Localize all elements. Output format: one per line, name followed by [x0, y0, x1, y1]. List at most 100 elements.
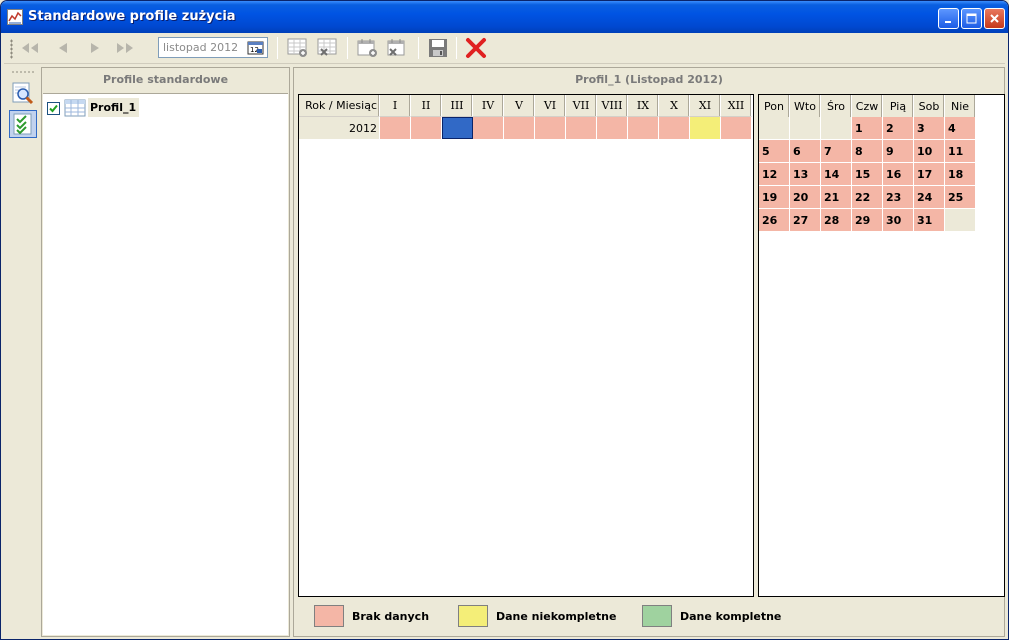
save-icon [429, 39, 447, 57]
checkmark-icon [49, 104, 58, 113]
day-cell[interactable]: 27 [790, 209, 821, 232]
legend-swatch [314, 605, 344, 627]
delete-day-profile-button[interactable] [386, 37, 410, 59]
day-cell[interactable]: 25 [945, 186, 976, 209]
day-cell[interactable]: 1 [852, 117, 883, 140]
profile-detail-panel: Profil_1 (Listopad 2012) Rok / Miesiąc I… [293, 67, 1005, 637]
day-cell[interactable]: 13 [790, 163, 821, 186]
day-cell[interactable]: 11 [945, 140, 976, 163]
checklist-button[interactable] [9, 110, 37, 138]
month-cell[interactable] [442, 117, 473, 139]
month-cell[interactable] [411, 117, 442, 139]
month-cell[interactable] [566, 117, 597, 139]
tree-item-label: Profil_1 [88, 98, 140, 117]
minimize-button[interactable] [938, 8, 959, 29]
day-cell[interactable]: 19 [759, 186, 790, 209]
month-cell[interactable] [690, 117, 721, 139]
day-cell[interactable]: 30 [883, 209, 914, 232]
day-cell[interactable]: 15 [852, 163, 883, 186]
day-cell[interactable]: 3 [914, 117, 945, 140]
close-button[interactable] [464, 37, 488, 59]
day-cell[interactable]: 7 [821, 140, 852, 163]
close-window-button[interactable] [984, 8, 1005, 29]
add-day-profile-button[interactable] [356, 37, 380, 59]
month-cell[interactable] [535, 117, 566, 139]
profile-checkbox[interactable] [47, 102, 60, 115]
day-cell[interactable] [945, 209, 976, 232]
day-cell[interactable]: 20 [790, 186, 821, 209]
weekday-header: Wto [790, 95, 821, 117]
day-cell[interactable]: 18 [945, 163, 976, 186]
first-month-button[interactable] [18, 37, 42, 59]
day-cell[interactable]: 12 [759, 163, 790, 186]
toolbar-separator [418, 37, 419, 59]
tree-item-profil-1[interactable]: Profil_1 [47, 98, 140, 117]
day-cell[interactable]: 14 [821, 163, 852, 186]
day-cell[interactable]: 31 [914, 209, 945, 232]
day-cell[interactable]: 16 [883, 163, 914, 186]
legend-item-no-data: Brak danych [314, 605, 429, 627]
day-cell[interactable]: 8 [852, 140, 883, 163]
preview-button[interactable] [9, 79, 37, 107]
calendar-button[interactable]: 12 [246, 39, 266, 56]
day-cell[interactable] [821, 117, 852, 140]
next-month-button[interactable] [83, 37, 107, 59]
month-input[interactable] [159, 38, 241, 57]
prev-month-button[interactable] [51, 37, 75, 59]
legend-item-incomplete: Dane niekompletne [458, 605, 616, 627]
month-column-header: I [380, 95, 411, 117]
months-table: Rok / Miesiąc I II III IV V VI VII VIII … [299, 95, 752, 139]
left-arrow-icon [59, 43, 67, 53]
months-grid[interactable]: Rok / Miesiąc I II III IV V VI VII VIII … [298, 94, 754, 597]
last-month-button[interactable] [113, 37, 137, 59]
weekday-header: Sob [914, 95, 945, 117]
strip-grip [11, 71, 35, 73]
day-cell[interactable] [759, 117, 790, 140]
month-cell[interactable] [628, 117, 659, 139]
weekday-header: Śro [821, 95, 852, 117]
month-cell[interactable] [504, 117, 535, 139]
day-cell[interactable]: 28 [821, 209, 852, 232]
day-cell[interactable] [790, 117, 821, 140]
week-row: 19 20 21 22 23 24 25 [759, 186, 976, 209]
month-cell[interactable] [597, 117, 628, 139]
legend-item-complete: Dane kompletne [642, 605, 781, 627]
profiles-tree[interactable]: Profil_1 [43, 93, 288, 635]
toolbar-separator [347, 37, 348, 59]
month-column-header: XII [721, 95, 752, 117]
day-cell[interactable]: 4 [945, 117, 976, 140]
delete-profile-button[interactable] [316, 37, 340, 59]
legend-swatch [458, 605, 488, 627]
day-cell[interactable]: 2 [883, 117, 914, 140]
day-cell[interactable]: 5 [759, 140, 790, 163]
month-column-header: IV [473, 95, 504, 117]
toolbar-separator [277, 37, 278, 59]
month-cell[interactable] [659, 117, 690, 139]
day-cell[interactable]: 29 [852, 209, 883, 232]
title-bar[interactable]: Standardowe profile zużycia [1, 1, 1008, 33]
week-row: 1 2 3 4 [759, 117, 976, 140]
maximize-button[interactable] [961, 8, 982, 29]
day-cell[interactable]: 10 [914, 140, 945, 163]
month-column-header: X [659, 95, 690, 117]
day-cell[interactable]: 26 [759, 209, 790, 232]
checklist-icon [13, 113, 32, 135]
month-picker[interactable]: 12 [158, 37, 268, 58]
month-cell[interactable] [721, 117, 752, 139]
day-cell[interactable]: 22 [852, 186, 883, 209]
day-cell[interactable]: 6 [790, 140, 821, 163]
days-grid[interactable]: Pon Wto Śro Czw Pią Sob Nie 1 2 3 4 5 6 … [758, 94, 1005, 597]
day-cell[interactable]: 9 [883, 140, 914, 163]
weekday-header: Pią [883, 95, 914, 117]
day-cell[interactable]: 24 [914, 186, 945, 209]
day-cell[interactable]: 21 [821, 186, 852, 209]
profiles-panel: Profile standardowe Profil_1 [41, 67, 290, 637]
toolbar-grip[interactable] [10, 39, 13, 59]
day-cell[interactable]: 17 [914, 163, 945, 186]
month-column-header: II [411, 95, 442, 117]
day-cell[interactable]: 23 [883, 186, 914, 209]
add-profile-button[interactable] [286, 37, 310, 59]
month-cell[interactable] [380, 117, 411, 139]
month-cell[interactable] [473, 117, 504, 139]
save-button[interactable] [426, 37, 450, 59]
